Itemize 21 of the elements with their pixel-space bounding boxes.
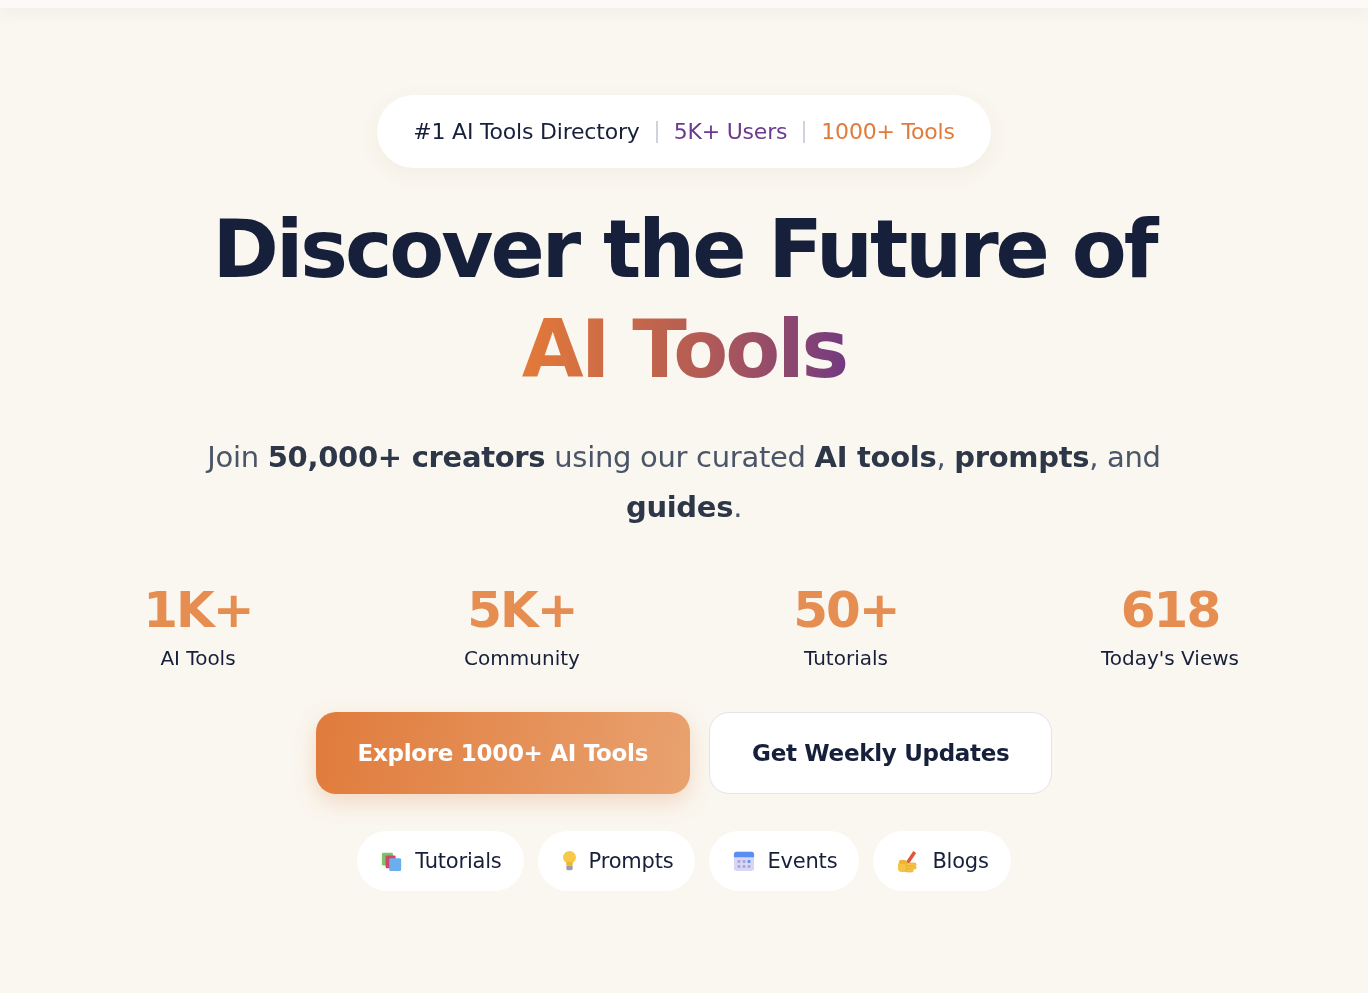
category-link[interactable]: Prompts — [537, 831, 696, 891]
stat-value: 1K+ — [143, 582, 253, 638]
stat-value: 5K+ — [467, 582, 577, 638]
badge-text: 5K+ Users — [673, 119, 788, 144]
stat-label: Tutorials — [804, 645, 888, 672]
category-link[interactable]: Events — [709, 831, 860, 891]
stat-value: 50+ — [793, 582, 899, 638]
calendar-icon — [733, 850, 756, 872]
category-link[interactable]: Tutorials — [357, 831, 524, 891]
stat-value: 618 — [1120, 582, 1220, 638]
stat-label: Today's Views — [1101, 645, 1239, 672]
hero-title: Discover the Future of — [212, 202, 1156, 298]
category-link[interactable]: Blogs — [873, 831, 1011, 891]
stat-label: Community — [464, 645, 580, 672]
lightbulb-icon — [561, 850, 577, 872]
badge-text: #1 AI Tools Directory — [413, 119, 640, 144]
hero-subtitle: Join 50,000+ creators using our curated AI tools, prompts, and guides. — [204, 439, 1162, 526]
updates-button[interactable]: Get Weekly Updates — [709, 712, 1053, 794]
stat-label: AI Tools — [160, 645, 236, 672]
books-icon — [381, 850, 404, 872]
badge-text: 1000+ Tools — [821, 119, 955, 144]
